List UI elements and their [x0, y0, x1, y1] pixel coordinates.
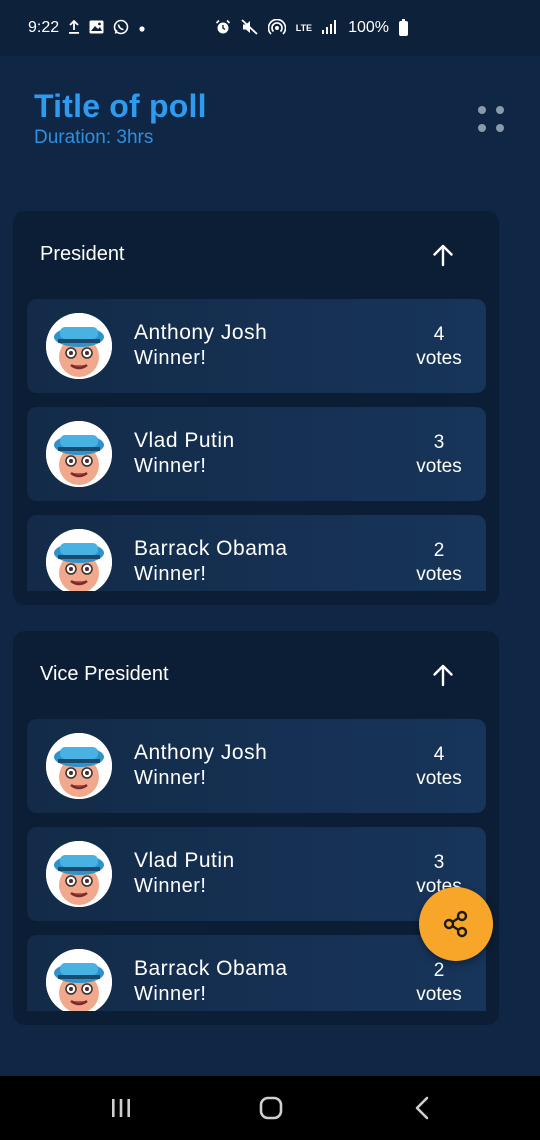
section-header[interactable]: President: [13, 211, 499, 297]
lte-text: LTE: [295, 22, 313, 33]
candidate-name: Barrack Obama: [134, 537, 288, 560]
section-president: President Anthony Josh Winner! 4 votes V…: [13, 211, 499, 605]
alarm-icon: [215, 19, 231, 38]
upload-icon: [68, 19, 80, 37]
poll-duration: Duration: 3hrs: [34, 127, 154, 148]
section-vice-president: Vice President Anthony Josh Winner! 4 vo…: [13, 631, 499, 1025]
candidate-name: Barrack Obama: [134, 957, 288, 980]
candidate-status: Winner!: [134, 347, 207, 369]
navigation-bar: [0, 1076, 540, 1140]
dot: [496, 106, 504, 114]
vote-count: 3 votes: [407, 431, 471, 479]
avatar: [46, 421, 112, 487]
signal-icon: [322, 19, 338, 37]
vote-number: 4: [433, 324, 445, 345]
candidate-status: Winner!: [134, 563, 207, 585]
vote-count: 4 votes: [407, 743, 471, 791]
status-right: LTE 100%: [215, 18, 408, 38]
candidate-name: Anthony Josh: [134, 321, 268, 344]
candidate-status: Winner!: [134, 983, 207, 1005]
hotspot-icon: [267, 18, 287, 38]
candidate-list: Anthony Josh Winner! 4 votes Vlad Putin …: [27, 719, 486, 1011]
share-icon: [443, 910, 468, 938]
candidate-row[interactable]: Anthony Josh Winner! 4 votes: [27, 719, 486, 813]
image-icon: [89, 20, 104, 37]
vote-label: votes: [416, 768, 462, 789]
candidate-status: Winner!: [134, 767, 207, 789]
dot: [478, 106, 486, 114]
candidate-row[interactable]: Anthony Josh Winner! 4 votes: [27, 299, 486, 393]
candidate-name: Anthony Josh: [134, 741, 268, 764]
mute-icon: [241, 18, 258, 38]
status-time: 9:22: [28, 19, 60, 36]
vote-number: 3: [433, 852, 445, 873]
vote-count: 2 votes: [407, 959, 471, 1007]
section-title: Vice President: [40, 663, 169, 685]
avatar: [46, 529, 112, 591]
vote-label: votes: [416, 984, 462, 1005]
candidate-row[interactable]: Barrack Obama Winner! 2 votes: [27, 515, 486, 591]
back-icon[interactable]: [408, 1094, 438, 1122]
status-bar: 9:22 LTE 100%: [0, 0, 540, 56]
vote-label: votes: [416, 456, 462, 477]
vote-number: 3: [433, 432, 445, 453]
more-dots-icon[interactable]: [478, 106, 504, 132]
dot: [478, 124, 486, 132]
recents-icon[interactable]: [106, 1094, 136, 1122]
candidate-list: Anthony Josh Winner! 4 votes Vlad Putin …: [27, 299, 486, 591]
whatsapp-icon: [113, 19, 129, 38]
candidate-name: Vlad Putin: [134, 849, 235, 872]
candidate-row[interactable]: Barrack Obama Winner! 2 votes: [27, 935, 486, 1011]
arrow-up-icon[interactable]: [431, 243, 455, 267]
app-content: Title of poll Duration: 3hrs President A…: [0, 56, 540, 1076]
status-left: 9:22: [28, 19, 146, 38]
poll-title: Title of poll: [34, 88, 207, 124]
avatar: [46, 841, 112, 907]
avatar: [46, 949, 112, 1011]
section-header[interactable]: Vice President: [13, 631, 499, 717]
vote-label: votes: [416, 564, 462, 585]
vote-number: 2: [433, 960, 445, 981]
candidate-status: Winner!: [134, 875, 207, 897]
poll-header: Title of poll Duration: 3hrs: [34, 88, 207, 149]
section-title: President: [40, 243, 125, 265]
candidate-status: Winner!: [134, 455, 207, 477]
vote-label: votes: [416, 348, 462, 369]
candidate-name: Vlad Putin: [134, 429, 235, 452]
dot-icon: [138, 21, 146, 36]
battery-percent: 100%: [348, 19, 389, 36]
avatar: [46, 313, 112, 379]
vote-number: 2: [433, 540, 445, 561]
lte-icon: LTE: [295, 22, 313, 33]
dot: [496, 124, 504, 132]
vote-count: 4 votes: [407, 323, 471, 371]
arrow-up-icon[interactable]: [431, 663, 455, 687]
candidate-row[interactable]: Vlad Putin Winner! 3 votes: [27, 827, 486, 921]
home-icon[interactable]: [256, 1094, 286, 1122]
vote-number: 4: [433, 744, 445, 765]
vote-count: 2 votes: [407, 539, 471, 587]
battery-icon: [399, 18, 408, 36]
share-button[interactable]: [419, 887, 493, 961]
avatar: [46, 733, 112, 799]
candidate-row[interactable]: Vlad Putin Winner! 3 votes: [27, 407, 486, 501]
